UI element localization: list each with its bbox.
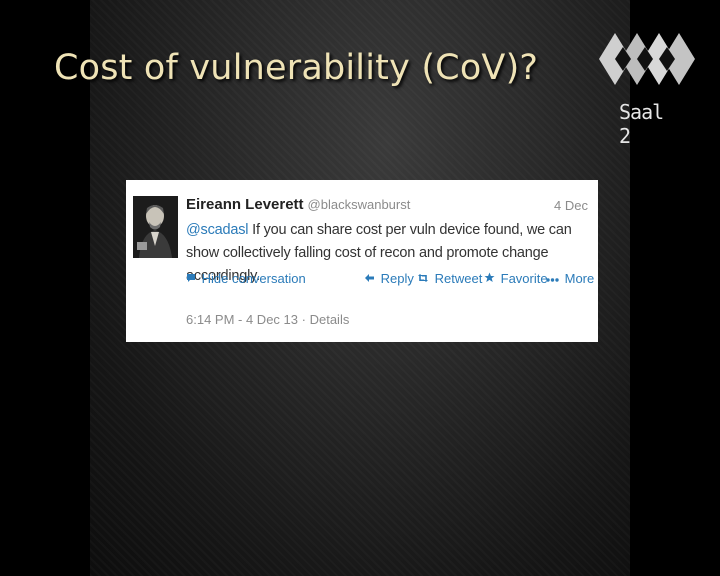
mention-link[interactable]: @scadasl <box>186 222 248 238</box>
tweet-meta: 6:14 PM - 4 Dec 13 · Details <box>186 312 349 327</box>
tweet-card: Eireann Leverett @blackswanburst 4 Dec @s… <box>126 180 598 342</box>
author-handle[interactable]: @blackswanburst <box>308 197 411 212</box>
retweet-icon <box>417 271 433 286</box>
hide-conversation-label: Hide conversation <box>201 271 306 286</box>
meta-separator: · <box>301 312 306 327</box>
favorite-label: Favorite <box>500 271 548 286</box>
video-frame: Cost of vulnerability (CoV)? Saal 2 Eire… <box>0 0 720 576</box>
avatar[interactable] <box>133 196 178 258</box>
logo-label: Saal 2 <box>619 100 664 148</box>
reply-arrow-icon <box>364 271 379 286</box>
reply-button[interactable]: Reply <box>364 271 414 286</box>
tweet-actions: Hide conversation Reply Retweet Favorite <box>186 271 594 289</box>
speech-bubble-icon <box>186 271 200 286</box>
more-button[interactable]: More <box>546 271 594 286</box>
more-dots-icon <box>546 271 563 286</box>
hide-conversation-link[interactable]: Hide conversation <box>186 271 306 286</box>
avatar-image <box>133 196 178 258</box>
star-icon <box>484 271 499 286</box>
reply-label: Reply <box>380 271 414 286</box>
more-label: More <box>564 271 595 286</box>
author-name[interactable]: Eireann Leverett @blackswanburst <box>186 196 410 213</box>
tweet-timestamp[interactable]: 6:14 PM - 4 Dec 13 <box>186 312 298 327</box>
slide-title: Cost of vulnerability (CoV)? <box>54 48 539 88</box>
retweet-label: Retweet <box>434 271 483 286</box>
author-name-text[interactable]: Eireann Leverett <box>186 196 304 213</box>
logo-icon <box>599 33 695 85</box>
retweet-button[interactable]: Retweet <box>417 271 482 286</box>
tweet-date[interactable]: 4 Dec <box>554 198 588 213</box>
favorite-button[interactable]: Favorite <box>484 271 548 286</box>
details-link[interactable]: Details <box>310 312 350 327</box>
